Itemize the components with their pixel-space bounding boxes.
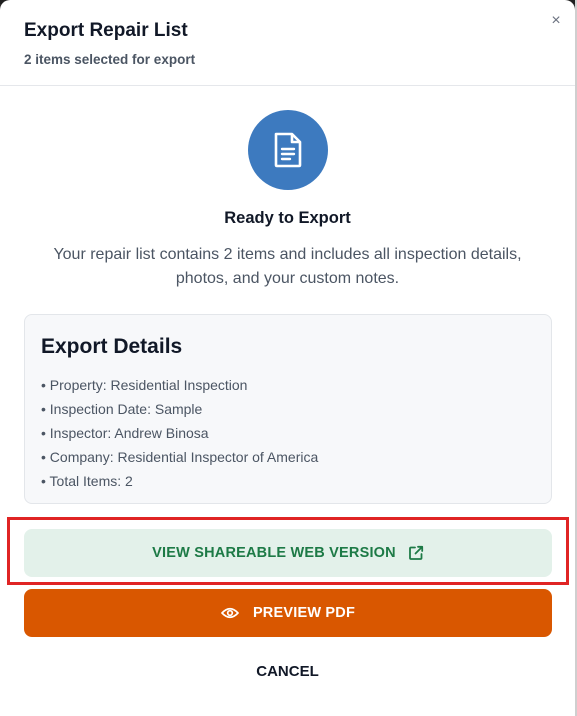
modal-header: Export Repair List 2 items selected for … [0, 0, 575, 86]
detail-property: Property: Residential Inspection [41, 373, 318, 397]
external-link-icon [408, 545, 424, 561]
modal-title: Export Repair List [24, 20, 188, 41]
detail-inspector: Inspector: Andrew Binosa [41, 421, 318, 445]
ready-description: Your repair list contains 2 items and in… [53, 246, 522, 287]
view-web-version-button[interactable]: VIEW SHAREABLE WEB VERSION [24, 529, 552, 577]
details-list: Property: Residential Inspection Inspect… [41, 373, 319, 493]
web-button-label: VIEW SHAREABLE WEB VERSION [152, 545, 396, 561]
detail-inspection-date: Inspection Date: Sample [41, 397, 318, 421]
document-icon [248, 110, 328, 190]
ready-heading: Ready to Export [224, 209, 351, 227]
details-title: Export Details [41, 335, 183, 358]
close-icon[interactable]: × [547, 12, 565, 30]
export-modal: Export Repair List 2 items selected for … [0, 0, 575, 716]
pdf-button-label: PREVIEW PDF [252, 605, 356, 621]
modal-subtitle: 2 items selected for export [24, 52, 196, 67]
preview-pdf-button[interactable]: PREVIEW PDF [24, 589, 552, 637]
eye-icon [221, 607, 239, 619]
cancel-button[interactable]: CANCEL [0, 663, 575, 680]
detail-total-items: Total Items: 2 [41, 469, 318, 493]
detail-company: Company: Residential Inspector of Americ… [41, 445, 318, 469]
export-details-card: Export Details Property: Residential Ins… [24, 314, 552, 504]
